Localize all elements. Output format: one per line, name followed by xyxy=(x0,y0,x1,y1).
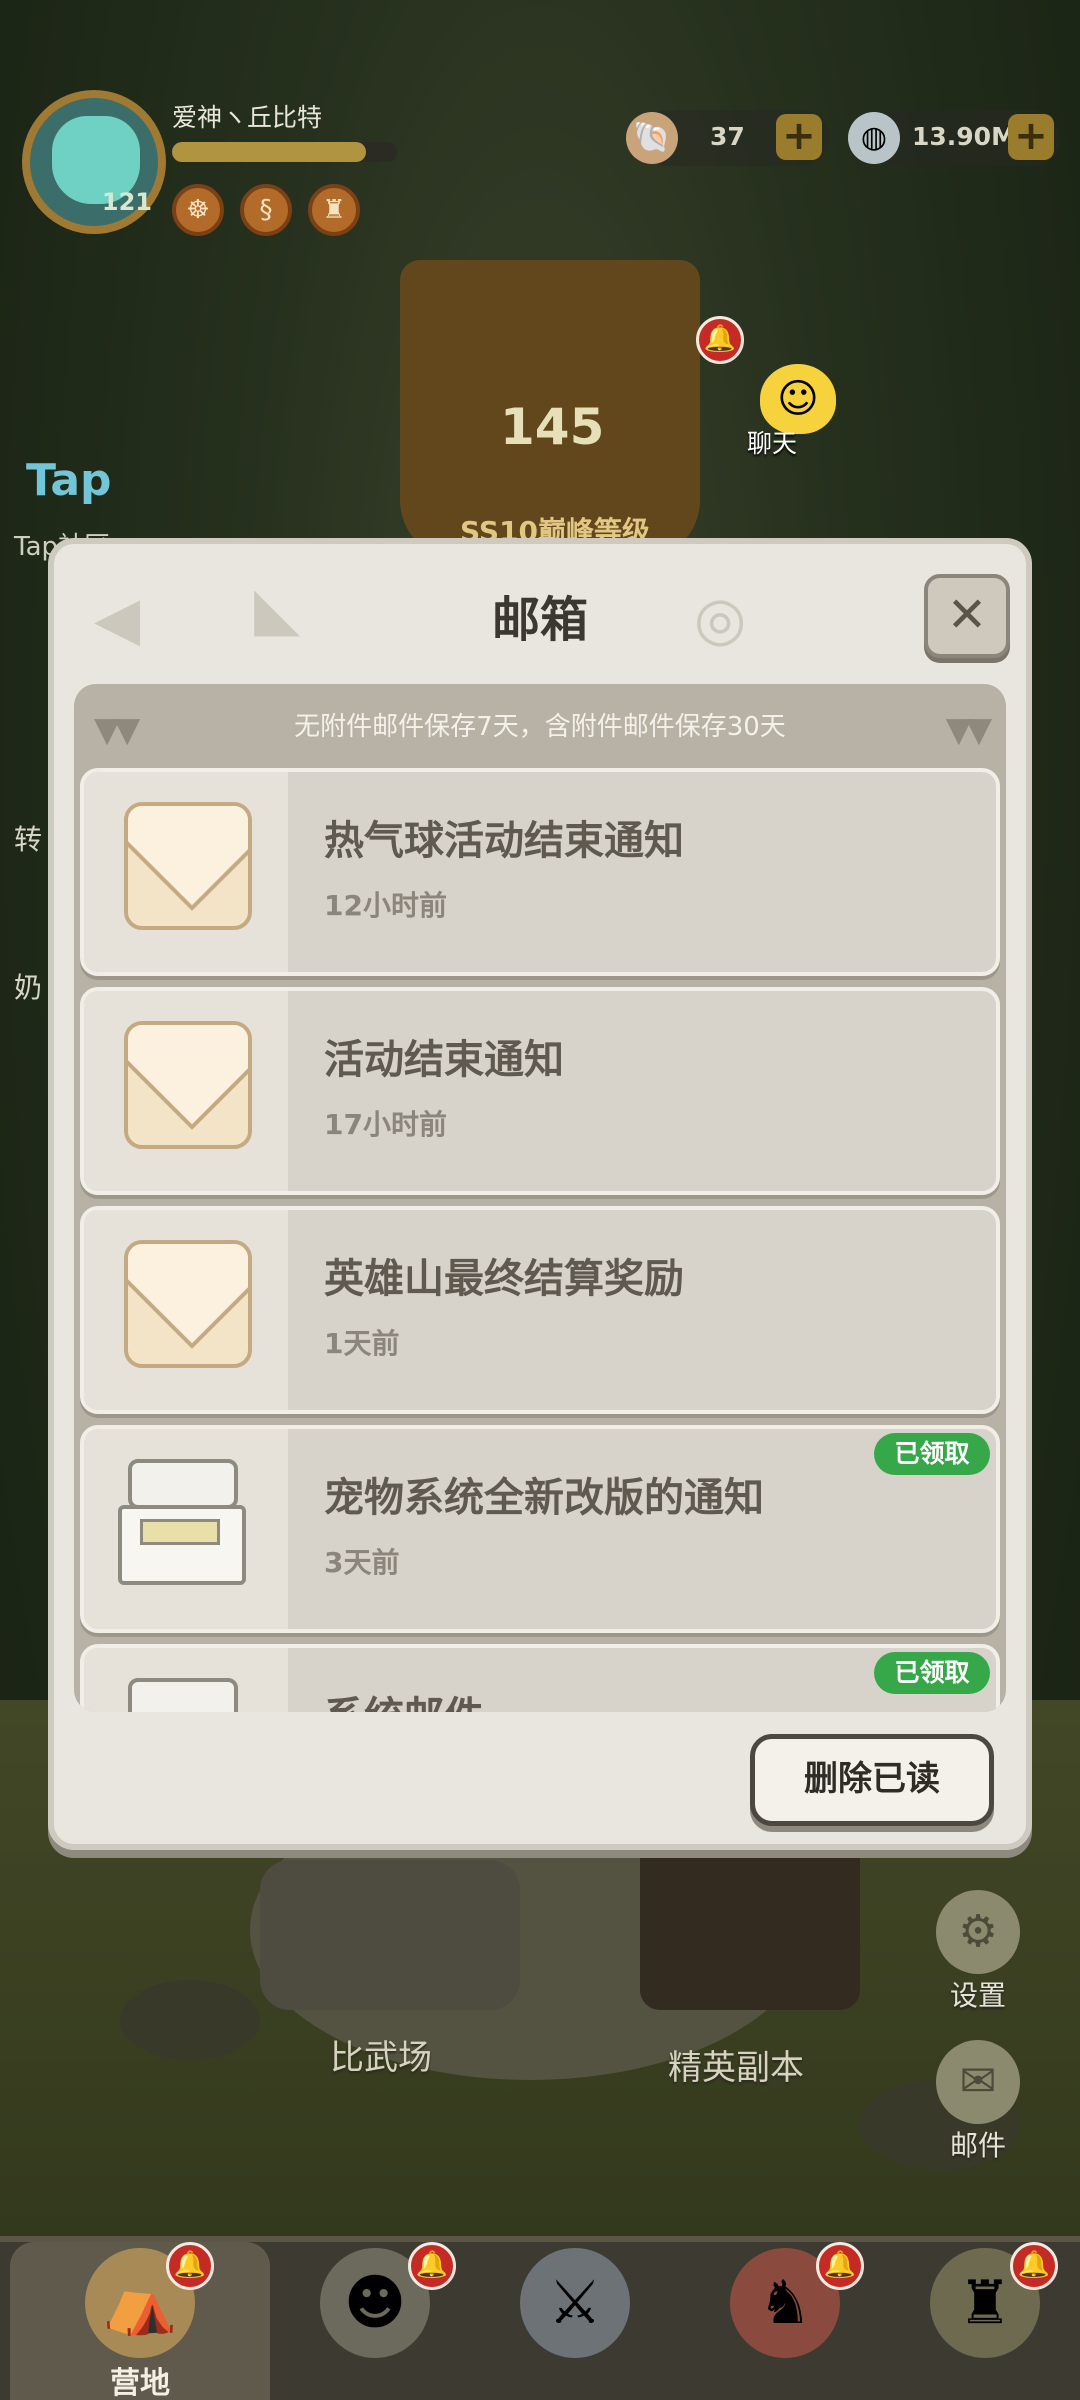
nav-camp-label: 营地 xyxy=(110,2366,170,2400)
mail-item[interactable]: 活动结束通知 17小时前 xyxy=(80,987,1000,1195)
mail-icon-panel xyxy=(84,1648,288,1712)
mail-subject: 英雄山最终结算奖励 xyxy=(324,1256,684,1302)
player-name: 爱神ヽ丘比特 xyxy=(172,103,323,132)
elite-dungeon-label[interactable]: 精英副本 xyxy=(668,2040,804,2089)
mail-subject: 宠物系统全新改版的通知 xyxy=(324,1475,764,1521)
shell-icon: 🐚 xyxy=(626,112,678,164)
title-badge-icon[interactable]: ♜ xyxy=(308,184,360,236)
open-chest-icon xyxy=(110,1459,246,1587)
mail-subject: 系统邮件 xyxy=(324,1684,484,1712)
mail-time: 12小时前 xyxy=(324,889,447,922)
mail-icon-panel xyxy=(84,1210,288,1410)
gear-icon: ⚙ xyxy=(936,1890,1020,1974)
mail-icon-panel xyxy=(84,772,288,972)
settings-button[interactable]: ⚙ 设置 xyxy=(918,1890,1038,2014)
envelope-icon xyxy=(124,802,252,930)
mail-icon-panel xyxy=(84,1429,288,1629)
rank-badge-icon[interactable]: § xyxy=(240,184,292,236)
guild-badge-icon[interactable]: ☸ xyxy=(172,184,224,236)
mail-subject: 活动结束通知 xyxy=(324,1037,564,1083)
shell-value: 37 xyxy=(710,122,745,151)
pearl-icon: ◍ xyxy=(848,112,900,164)
retention-note: 无附件邮件保存7天，含附件邮件保存30天 xyxy=(294,712,786,742)
claimed-badge: 已领取 xyxy=(874,1433,990,1475)
mail-icon-panel xyxy=(84,991,288,1191)
side-label-transfer[interactable]: 转 xyxy=(14,818,42,858)
nav-totem-notification-icon: 🔔 xyxy=(1010,2242,1058,2290)
pearl-value: 13.90M xyxy=(912,122,1016,151)
mail-item[interactable]: 系统邮件 已领取 xyxy=(80,1644,1000,1712)
delete-read-button[interactable]: 删除已读 xyxy=(750,1734,994,1826)
sword-icon: ⚔ xyxy=(520,2248,630,2358)
chat-label: 聊天 xyxy=(746,429,797,458)
nav-weapon[interactable]: ⚔ xyxy=(490,2242,660,2400)
xp-bar-fill xyxy=(172,142,366,162)
close-button[interactable]: ✕ xyxy=(924,574,1010,658)
mail-time: 1天前 xyxy=(324,1327,400,1360)
add-pearl-button[interactable]: + xyxy=(1008,114,1054,160)
side-label-milk[interactable]: 奶 xyxy=(14,966,42,1006)
player-avatar[interactable]: 121 xyxy=(22,90,166,234)
mail-label: 邮件 xyxy=(949,2129,1006,2162)
mail-item[interactable]: 英雄山最终结算奖励 1天前 xyxy=(80,1206,1000,1414)
arena-label[interactable]: 比武场 xyxy=(330,2030,432,2079)
player-level: 121 xyxy=(101,188,152,216)
nav-hero-notification-icon: 🔔 xyxy=(408,2242,456,2290)
nav-pet-notification-icon: 🔔 xyxy=(816,2242,864,2290)
mail-bird-icon: ✉ xyxy=(936,2040,1020,2124)
mail-list[interactable]: ▼▼ ▼▼ 无附件邮件保存7天，含附件邮件保存30天 热气球活动结束通知 12小… xyxy=(74,684,1006,1712)
tower-notification-icon: 🔔 xyxy=(696,316,744,364)
open-chest-icon xyxy=(110,1678,238,1712)
mail-button[interactable]: ✉ 邮件 xyxy=(918,2040,1038,2164)
mail-item[interactable]: 热气球活动结束通知 12小时前 xyxy=(80,768,1000,976)
mail-time: 17小时前 xyxy=(324,1108,447,1141)
claimed-badge: 已领取 xyxy=(874,1652,990,1694)
xp-bar xyxy=(172,142,397,162)
tower-level: 145 xyxy=(500,398,605,456)
mail-time: 3天前 xyxy=(324,1546,400,1579)
envelope-icon xyxy=(124,1240,252,1368)
mail-item[interactable]: 宠物系统全新改版的通知 3天前 已领取 xyxy=(80,1425,1000,1633)
envelope-icon xyxy=(124,1021,252,1149)
nav-camp[interactable]: ⛺ 营地 xyxy=(10,2242,270,2400)
tap-logo-icon[interactable]: Tap xyxy=(26,455,112,506)
mail-subject: 热气球活动结束通知 xyxy=(324,818,684,864)
settings-label: 设置 xyxy=(949,1979,1006,2012)
add-shell-button[interactable]: + xyxy=(776,114,822,160)
mailbox-title: 邮箱 xyxy=(491,592,588,648)
mailbox-modal: ◀ ◣ ◎ 邮箱 ✕ ▼▼ ▼▼ 无附件邮件保存7天，含附件邮件保存30天 热气… xyxy=(48,538,1032,1850)
nav-camp-notification-icon: 🔔 xyxy=(166,2242,214,2290)
bottom-nav: ⛺ 营地 ☻ ⚔ ♞ ♜ 🔔 🔔 🔔 🔔 xyxy=(0,2236,1080,2400)
